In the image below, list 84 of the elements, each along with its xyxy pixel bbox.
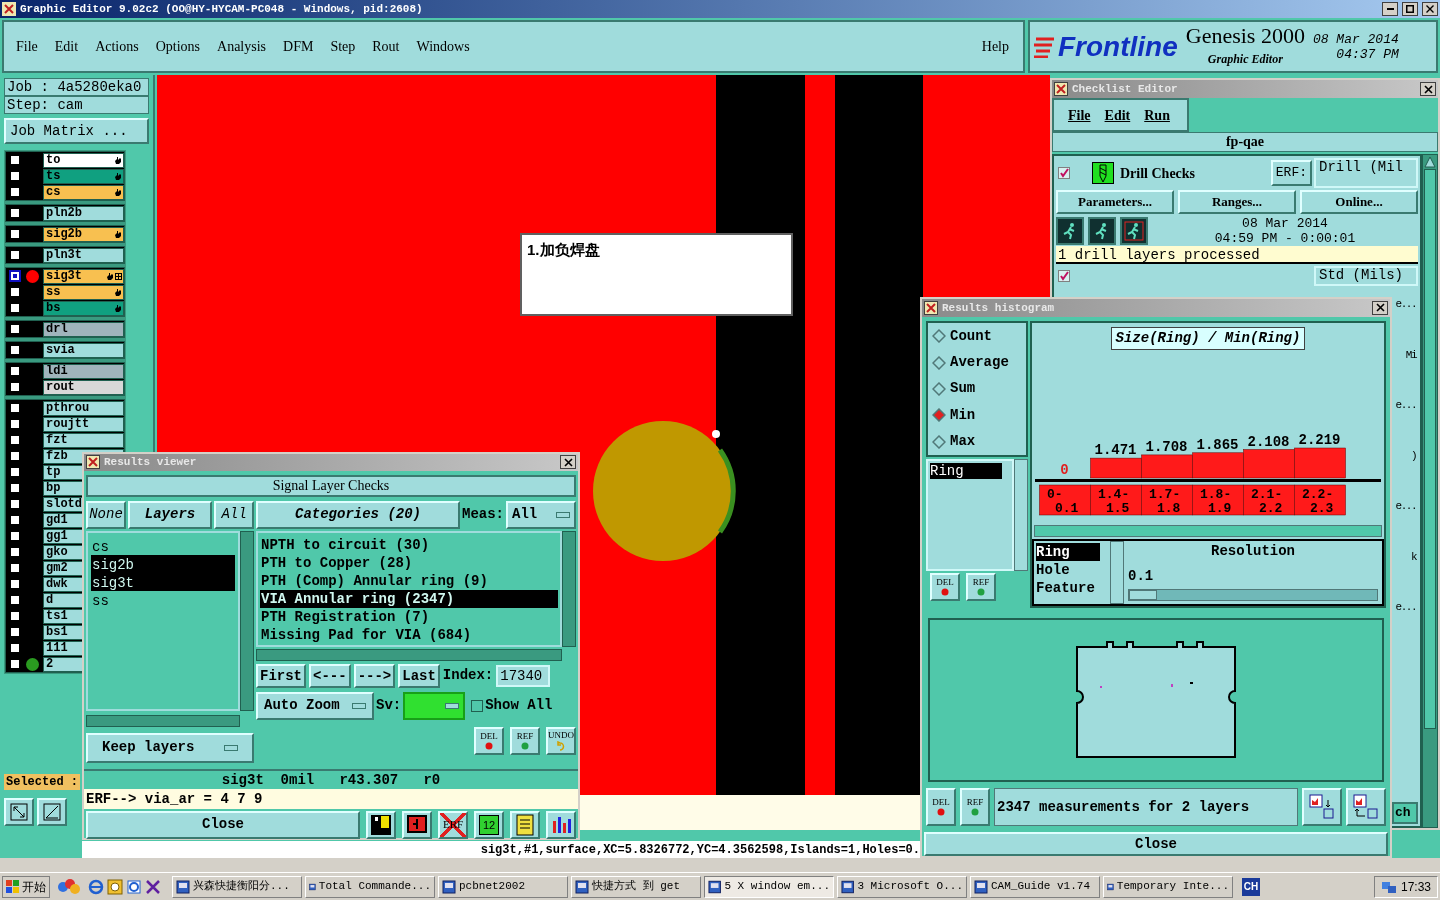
index-label: Index: (442, 666, 494, 685)
layer-name: pln2b (46, 207, 82, 219)
product-subtitle: Graphic Editor (1207, 51, 1283, 68)
window-title: Results histogram (942, 300, 1056, 316)
layer-name: bs (46, 302, 61, 314)
layer-name: svia (46, 344, 75, 356)
job-label: Job : 4a5280eka0 (4, 78, 149, 96)
bar-value-label: 2.219 (1298, 431, 1341, 448)
layer-name: pthrou (46, 402, 90, 414)
layer-name: d (46, 594, 54, 606)
layer-name: gm2 (46, 562, 68, 574)
section-header: Signal Layer Checks (86, 474, 576, 497)
category-label: 1.8-1.9 (1192, 484, 1244, 516)
x-tick-label: 1.7-1.8 (1149, 486, 1181, 516)
layer-name: fzt (46, 434, 68, 446)
chart-title: Size(Ring) / Min(Ring) (1110, 326, 1306, 350)
layer-name: roujtt (46, 418, 90, 430)
window-title: Checklist Editor (1072, 81, 1179, 97)
category-label: 1.7-1.8 (1141, 484, 1193, 516)
x-tick-label: 2.1-2.2 (1251, 486, 1283, 516)
layer-name: slotd (46, 498, 82, 510)
status-text: sig3t,#1,surface,XC=5.8326772,YC=4.3562598,Islands=1,Holes=0. (480, 841, 920, 859)
time-text: 04:37 PM (1336, 47, 1399, 61)
category-label: 2.2-2.3 (1294, 484, 1346, 516)
x-tick-label: 1.8-1.9 (1200, 486, 1232, 516)
selected-label: Selected : (4, 774, 80, 790)
bar-value-label: 2.108 (1247, 433, 1290, 450)
radio-label: Count (950, 326, 992, 346)
x-tick-label: 1.4-1.5 (1098, 486, 1130, 516)
resolution-label: Resolution (1210, 541, 1296, 561)
bar-value-label: 1.708 (1145, 438, 1188, 455)
bar-value-label: 1.471 (1094, 442, 1137, 459)
note-text: 1.加负焊盘 (527, 241, 600, 258)
x-tick-label: 0-0.1 (1047, 486, 1079, 516)
layer-name: ss (46, 286, 61, 298)
radio-label: Max (950, 432, 976, 452)
layer-name: drl (46, 323, 68, 335)
clock-text: 17:33 (1400, 878, 1431, 896)
layer-name: bp (46, 482, 61, 494)
layer-name: sig2b (46, 228, 82, 240)
logo-text: Frontline (1058, 32, 1178, 61)
meas-label: Meas: (462, 505, 504, 524)
layer-name: ts1 (46, 610, 68, 622)
layer-name: to (46, 154, 61, 166)
sv-label: Sv: (376, 696, 402, 715)
x-tick-label: 2.2-2.3 (1302, 486, 1334, 516)
layer-name: gg1 (46, 530, 68, 542)
resolution-value: 0.1 (1128, 566, 1155, 586)
date-text: 08 Mar 2014 (1312, 32, 1399, 46)
step-label: Step: cam (4, 96, 149, 114)
measurement-summary: 2347 measurements for 2 layers (994, 788, 1298, 827)
product-name: Genesis 2000 (1185, 25, 1305, 47)
check-message: 1 drill layers processed (1056, 246, 1418, 264)
run-date: 08 Mar 2014 (1242, 216, 1328, 231)
layer-name: sig3t (46, 270, 82, 282)
layer-name: cs (46, 186, 61, 198)
category-label: 0-0.1 (1039, 484, 1091, 516)
radio-label: Min (950, 405, 976, 425)
layer-name: ts (46, 170, 61, 182)
category-label: 1.4-1.5 (1090, 484, 1142, 516)
layer-name: fzb (46, 450, 68, 462)
window-title: Graphic Editor 9.02c2 (OO@HY-HYCAM-PC048 - Windows, pid:2608) (20, 1, 424, 17)
layer-name: rout (46, 381, 75, 393)
erf-text: ERF--> via_ar = 4 7 9 (84, 788, 578, 809)
show-all-label: Show All (485, 696, 553, 715)
layer-name: bs1 (46, 626, 68, 638)
layer-name: gd1 (46, 514, 68, 526)
run-time: 04:59 PM - 0:00:01 (1214, 231, 1356, 246)
layer-name: ldi (46, 365, 68, 377)
layer-name: 111 (46, 642, 68, 654)
layer-name: gko (46, 546, 68, 558)
radio-label: Average (950, 353, 1009, 373)
check-name: Drill Checks (1120, 164, 1197, 183)
layer-name: tp (46, 466, 61, 478)
layer-name: 2 (46, 658, 54, 670)
window-title: Results viewer (104, 455, 198, 470)
checklist-name: fp-qae (1052, 132, 1438, 152)
layer-name: dwk (46, 578, 68, 590)
layer-name: pln3t (46, 249, 82, 261)
radio-label: Sum (950, 379, 976, 399)
category-label: 2.1-2.2 (1243, 484, 1295, 516)
bar-value-label: 0 (1060, 461, 1069, 478)
bar-value-label: 1.865 (1196, 436, 1239, 453)
result-info: sig3t 0mil r43.307 r0 (84, 768, 578, 789)
